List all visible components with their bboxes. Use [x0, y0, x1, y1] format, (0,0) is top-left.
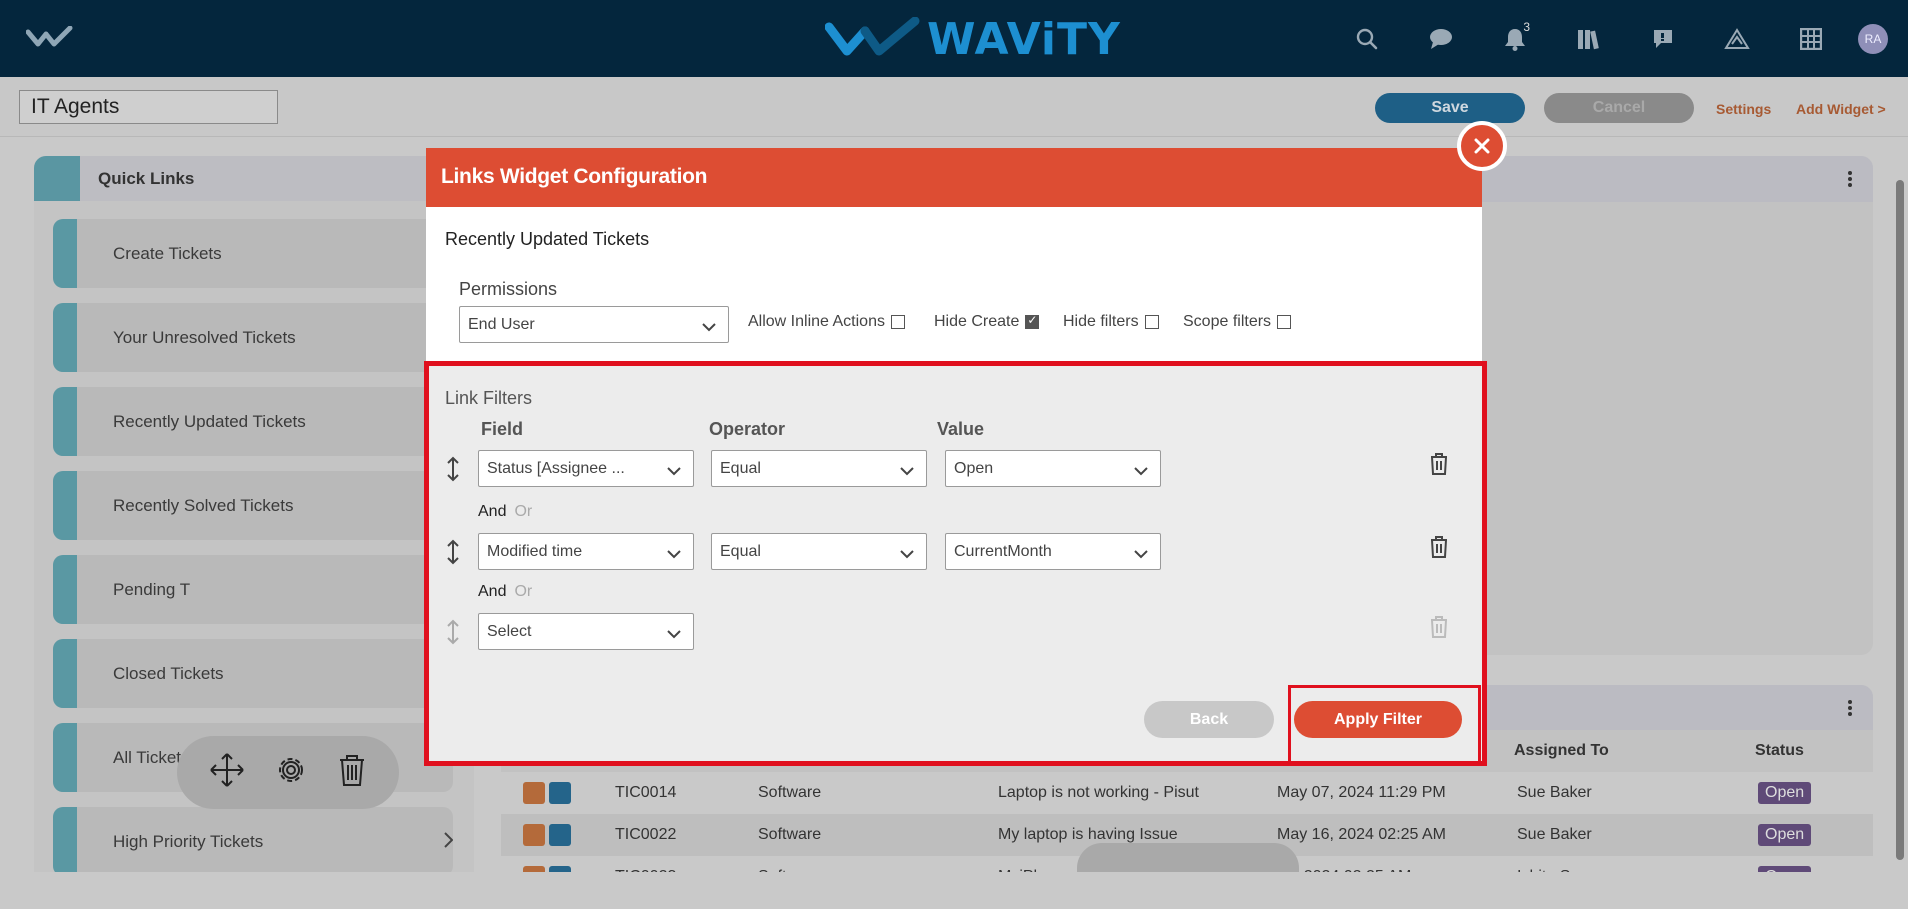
quick-link-label: Closed Tickets — [113, 664, 224, 683]
quick-links-widget: Quick Links Create Tickets Your Unresolv… — [34, 156, 474, 909]
dashboard-name-input[interactable]: IT Agents — [19, 90, 278, 124]
library-icon[interactable] — [1552, 0, 1626, 77]
move-icon[interactable] — [209, 752, 245, 793]
ticket-date: May 07, 2024 11:29 PM — [1277, 784, 1446, 801]
view-icon[interactable] — [549, 782, 571, 804]
checkbox-box[interactable] — [1277, 315, 1292, 329]
gear-icon[interactable] — [274, 753, 308, 792]
chevron-down-icon — [702, 319, 716, 337]
delete-icon[interactable] — [337, 753, 367, 792]
checkbox-box[interactable] — [890, 315, 905, 329]
checkbox-label: Hide filters — [1063, 313, 1139, 330]
quick-link-label: Recently Updated Tickets — [113, 412, 306, 431]
cancel-button[interactable]: Cancel — [1544, 93, 1694, 123]
quick-link-label: Recently Solved Tickets — [113, 496, 294, 515]
add-widget-link[interactable]: Add Widget > — [1796, 101, 1886, 117]
search-icon[interactable] — [1330, 0, 1404, 77]
quick-link-item[interactable]: Recently Solved Tickets — [53, 471, 453, 540]
nav-icon-bar: 3 RA — [1330, 0, 1908, 77]
page-scrollbar[interactable] — [1895, 160, 1905, 900]
edit-icon[interactable] — [523, 782, 545, 804]
chat-icon[interactable] — [1404, 0, 1478, 77]
quick-link-item[interactable]: Closed Tickets — [53, 639, 453, 708]
kebab-menu-icon[interactable] — [1847, 170, 1853, 193]
status-badge: Open — [1758, 782, 1812, 804]
page-footer-strip — [0, 872, 1908, 909]
hide-create-checkbox[interactable]: Hide Create — [934, 313, 1040, 331]
view-icon[interactable] — [549, 824, 571, 846]
save-button[interactable]: Save — [1375, 93, 1525, 123]
bell-icon[interactable]: 3 — [1478, 0, 1552, 77]
link-title: Recently Updated Tickets — [445, 229, 650, 249]
dashboard-toolbar: IT Agents Save Cancel Settings Add Widge… — [0, 77, 1908, 137]
brand-logo: WAViTY — [825, 13, 1121, 65]
checkbox-label: Allow Inline Actions — [748, 313, 885, 330]
item-accent — [53, 807, 77, 876]
top-navbar: WAViTY 3 RA — [0, 0, 1908, 77]
checkbox-label: Hide Create — [934, 313, 1020, 330]
permissions-value: End User — [468, 316, 535, 333]
ticket-date: May 16, 2024 02:25 AM — [1277, 826, 1446, 843]
quick-link-item[interactable]: Recently Updated Tickets — [53, 387, 453, 456]
chevron-right-icon — [443, 831, 453, 854]
item-accent — [53, 723, 77, 792]
hide-filters-checkbox[interactable]: Hide filters — [1063, 313, 1159, 331]
quick-links-header: Quick Links — [34, 156, 474, 201]
scrollbar-thumb[interactable] — [1896, 180, 1904, 860]
close-dialog-button[interactable] — [1457, 121, 1507, 171]
scope-filters-checkbox[interactable]: Scope filters — [1183, 313, 1292, 331]
checkbox-box[interactable] — [1025, 313, 1040, 329]
column-header-assigned[interactable]: Assigned To — [1514, 742, 1609, 760]
permissions-select[interactable]: End User — [459, 306, 729, 343]
status-badge: Open — [1758, 824, 1812, 846]
ticket-subject: Laptop is not working - Pisut — [998, 784, 1199, 801]
item-accent — [53, 639, 77, 708]
ticket-assignee: Sue Baker — [1517, 784, 1592, 801]
quick-link-label: High Priority Tickets — [113, 832, 264, 851]
widget-tools — [177, 736, 399, 809]
quick-link-item[interactable]: Pending T — [53, 555, 453, 624]
message-icon[interactable] — [1626, 0, 1700, 77]
item-accent — [53, 555, 77, 624]
alert-icon[interactable] — [1700, 0, 1774, 77]
quick-links-title: Quick Links — [98, 169, 195, 188]
column-header-status[interactable]: Status — [1755, 742, 1804, 760]
item-accent — [53, 303, 77, 372]
item-accent — [53, 471, 77, 540]
apply-highlight-frame — [1288, 685, 1481, 764]
ticket-id[interactable]: TIC0022 — [615, 826, 676, 844]
ticket-assignee: Sue Baker — [1517, 826, 1592, 843]
quick-link-item[interactable]: Your Unresolved Tickets — [53, 303, 453, 372]
quick-link-label: Pending T — [113, 580, 191, 599]
home-logo-icon[interactable] — [25, 25, 74, 55]
allow-inline-actions-checkbox[interactable]: Allow Inline Actions — [748, 313, 905, 331]
permissions-label: Permissions — [459, 279, 558, 299]
quick-link-item[interactable]: Create Tickets — [53, 219, 453, 288]
item-accent — [53, 387, 77, 456]
brand-name: WAViTY — [927, 13, 1121, 65]
close-icon — [1474, 138, 1490, 154]
quick-link-label: Your Unresolved Tickets — [113, 328, 296, 347]
ticket-category: Software — [758, 784, 822, 801]
kebab-menu-icon[interactable] — [1847, 699, 1853, 722]
dialog-header: Links Widget Configuration — [426, 148, 1482, 207]
avatar[interactable]: RA — [1858, 23, 1888, 54]
dialog-title: Links Widget Configuration — [441, 165, 708, 188]
brand-mark-icon — [825, 17, 920, 56]
notification-count: 3 — [1523, 20, 1530, 34]
quick-link-label: Create Tickets — [113, 244, 222, 263]
edit-icon[interactable] — [523, 824, 545, 846]
ticket-subject: My laptop is having Issue — [998, 826, 1178, 843]
table-row[interactable]: TIC0014 Software Laptop is not working -… — [501, 772, 1873, 814]
ticket-category: Software — [758, 826, 822, 843]
quick-link-item[interactable]: High Priority Tickets — [53, 807, 453, 876]
grid-icon[interactable] — [1774, 0, 1848, 77]
checkbox-box[interactable] — [1144, 315, 1159, 329]
settings-link[interactable]: Settings — [1716, 101, 1771, 117]
header-accent — [34, 156, 80, 201]
ticket-id[interactable]: TIC0014 — [615, 784, 676, 802]
checkbox-label: Scope filters — [1183, 313, 1272, 330]
item-accent — [53, 219, 77, 288]
